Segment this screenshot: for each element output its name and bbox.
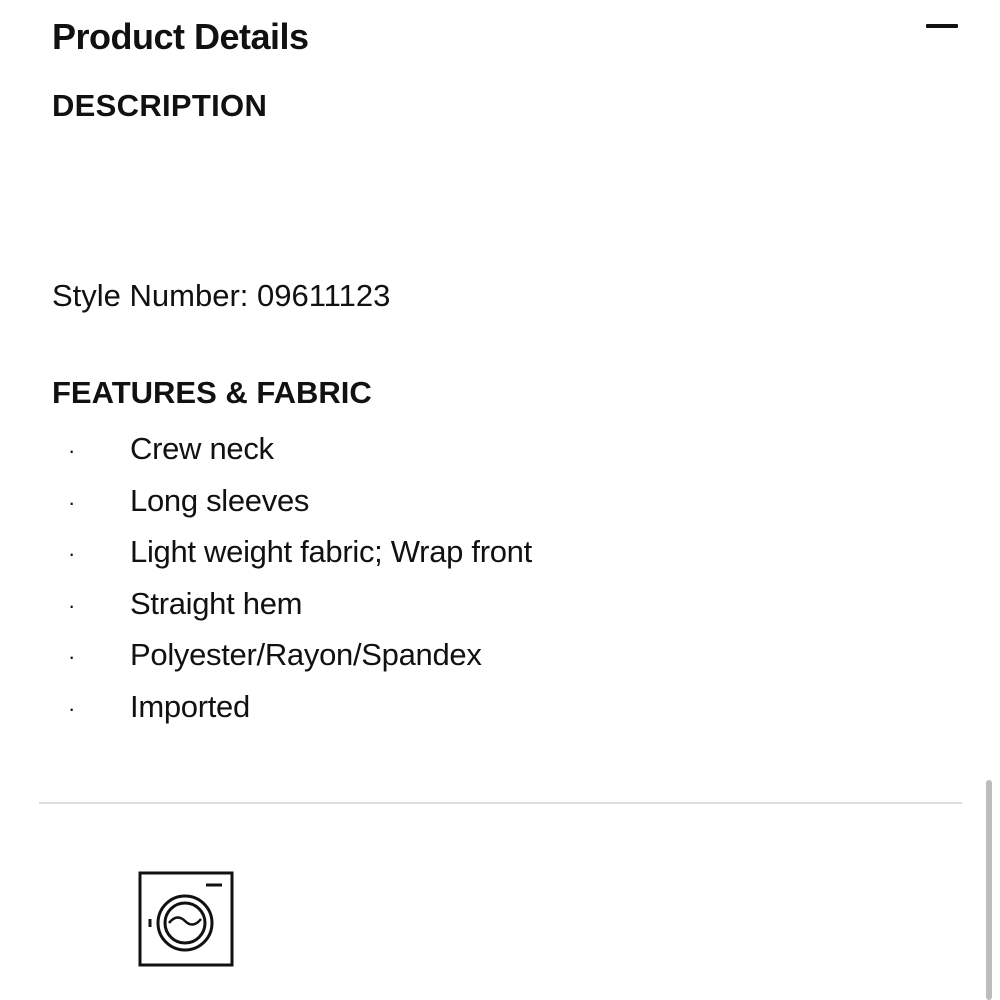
- bullet-icon: ·: [68, 644, 76, 670]
- feature-text: Polyester/Rayon/Spandex: [130, 637, 482, 673]
- product-details-page: Product Details DESCRIPTION Style Number…: [0, 0, 1000, 1000]
- style-number: Style Number: 09611123: [52, 278, 391, 313]
- minus-icon[interactable]: [926, 24, 958, 28]
- features-heading: FEATURES & FABRIC: [52, 375, 372, 410]
- feature-text: Imported: [130, 688, 250, 724]
- feature-text: Light weight fabric; Wrap front: [130, 534, 532, 570]
- bullet-icon: ·: [68, 541, 76, 567]
- product-details-header[interactable]: Product Details: [52, 14, 962, 62]
- bullet-icon: ·: [68, 438, 76, 463]
- machine-wash-icon: [138, 871, 234, 967]
- scrollbar[interactable]: [986, 780, 992, 1000]
- bullet-icon: ·: [68, 489, 76, 515]
- section-title: Product Details: [52, 16, 309, 57]
- bullet-icon: ·: [68, 592, 76, 618]
- feature-text: Long sleeves: [130, 482, 310, 518]
- divider: [39, 802, 962, 804]
- bullet-icon: ·: [68, 695, 76, 721]
- feature-text: Crew neck: [130, 431, 274, 466]
- feature-text: Straight hem: [130, 585, 303, 621]
- description-heading: DESCRIPTION: [52, 88, 268, 123]
